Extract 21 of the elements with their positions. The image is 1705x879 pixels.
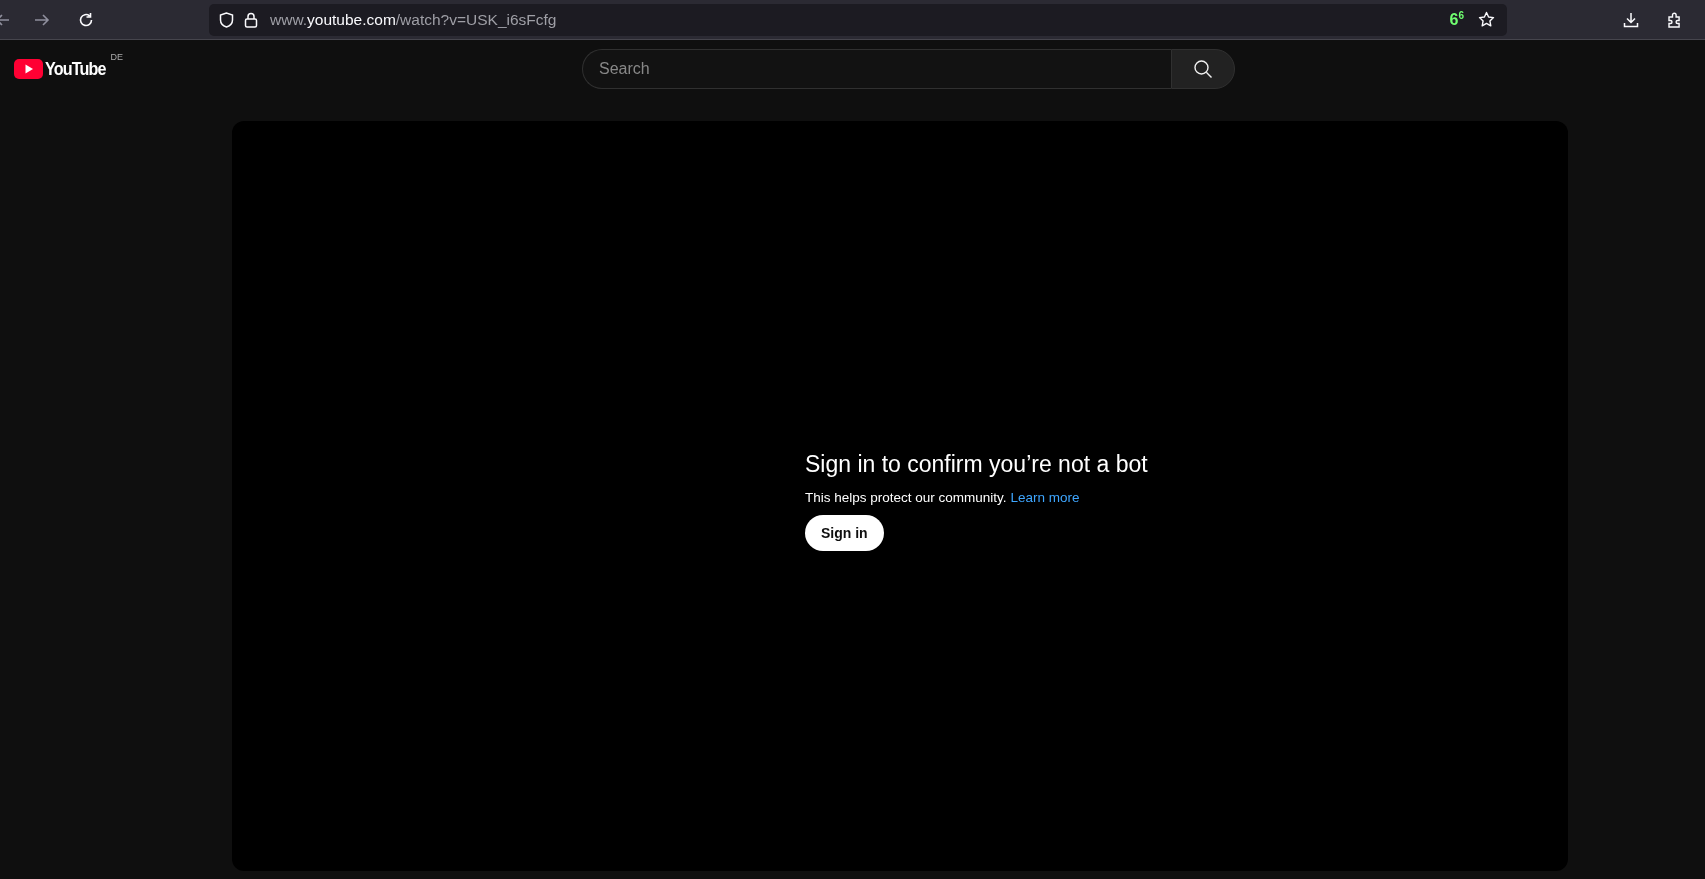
message-title: Sign in to confirm you’re not a bot	[805, 450, 1148, 478]
logo-text[interactable]: YouTube	[45, 58, 106, 80]
learn-more-link[interactable]: Learn more	[1010, 489, 1080, 505]
region-code: DE	[110, 52, 123, 62]
forward-arrow-icon[interactable]	[34, 11, 50, 28]
star-icon[interactable]	[1478, 11, 1495, 28]
reload-icon[interactable]	[78, 11, 94, 28]
lock-icon[interactable]	[244, 11, 258, 28]
search-icon	[1193, 59, 1213, 79]
search-button[interactable]	[1171, 49, 1235, 89]
puzzle-icon[interactable]	[1667, 11, 1683, 28]
url-text: www.youtube.com/watch?v=USK_i6sFcfg	[270, 10, 557, 29]
sign-in-button[interactable]: Sign in	[805, 514, 884, 551]
message-text: This helps protect our community.	[805, 489, 1007, 505]
extension-badge[interactable]: 6$^{6}$	[1449, 9, 1464, 30]
address-bar[interactable]: www.youtube.com/watch?v=USK_i6sFcfg 6$^{6}$	[209, 3, 1507, 36]
back-arrow-icon[interactable]	[0, 11, 12, 28]
shield-icon[interactable]	[219, 11, 234, 28]
youtube-play-icon[interactable]	[14, 59, 43, 79]
download-icon[interactable]	[1623, 11, 1639, 28]
search-field[interactable]: Search	[582, 49, 1171, 89]
